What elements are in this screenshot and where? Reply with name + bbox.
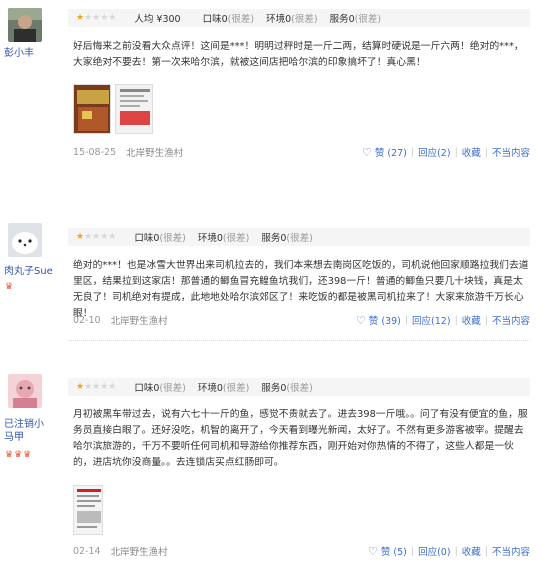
rating-taste: 口味0(很差)	[134, 233, 186, 244]
reply-button[interactable]: 回应(2)	[418, 145, 450, 159]
divider: |	[454, 545, 458, 557]
divider: |	[484, 545, 488, 557]
rating-environment: 环境0(很差)	[197, 383, 250, 394]
rating-environment: 环境0(很差)	[266, 14, 318, 25]
review-photo[interactable]	[73, 84, 111, 134]
shop-name[interactable]: 北岸野生渔村	[111, 313, 168, 327]
review-photos	[73, 84, 153, 134]
review-photos	[73, 485, 103, 535]
rating-service: 服务0(很差)	[261, 233, 313, 244]
review-divider	[68, 340, 530, 341]
heart-icon[interactable]: ♡	[368, 545, 378, 558]
like-button[interactable]: 赞 (39)	[369, 313, 401, 327]
report-button[interactable]: 不当内容	[492, 145, 530, 159]
shop-name[interactable]: 北岸野生渔村	[126, 145, 183, 159]
review-footer: 15-08-25 北岸野生渔村 ♡ 赞 (27) | 回应(2) | 收藏 | …	[73, 145, 530, 160]
avatar[interactable]	[8, 223, 42, 257]
rating-service: 服务0(很差)	[261, 383, 313, 394]
rating-environment: 环境0(很差)	[197, 233, 250, 244]
rating-bar: ★★★★★ 人均 ¥300 口味0(很差) 环境0(很差) 服务0(很差)	[68, 9, 530, 27]
review-date: 02-14	[73, 545, 101, 557]
like-button[interactable]: 赞 (5)	[381, 544, 407, 558]
report-button[interactable]: 不当内容	[492, 544, 530, 558]
star-rating: ★★★★★	[76, 13, 117, 23]
divider: |	[484, 146, 488, 158]
reply-button[interactable]: 回应(0)	[418, 544, 450, 558]
avatar[interactable]	[8, 374, 42, 408]
review-footer: 02-14 北岸野生渔村 ♡ 赞 (5) | 回应(0) | 收藏 | 不当内容	[73, 544, 530, 559]
review-footer: 02-10 北岸野生渔村 ♡ 赞 (39) | 回应(12) | 收藏 | 不当…	[73, 313, 530, 328]
report-button[interactable]: 不当内容	[492, 313, 530, 327]
username[interactable]: 已注销小马甲	[4, 418, 48, 444]
review-date: 15-08-25	[73, 146, 117, 158]
avatar[interactable]	[8, 8, 42, 42]
rating-bar: ★★★★★ 口味0(很差) 环境0(很差) 服务0(很差)	[68, 378, 530, 396]
rating-bar: ★★★★★ 口味0(很差) 环境0(很差) 服务0(很差)	[68, 228, 530, 246]
rating-service: 服务0(很差)	[329, 14, 382, 25]
username[interactable]: 彭小丰	[4, 48, 34, 60]
like-button[interactable]: 赞 (27)	[375, 145, 407, 159]
divider: |	[410, 545, 415, 557]
username[interactable]: 肉丸子Sue	[4, 266, 53, 278]
heart-icon[interactable]: ♡	[362, 146, 372, 159]
star-rating: ★★★★★	[76, 232, 117, 242]
user-level-crown-icon: ♛	[5, 282, 15, 292]
user-level-crown-icon: ♛♛♛	[5, 450, 33, 460]
review-photo[interactable]	[73, 485, 103, 535]
divider: |	[454, 146, 458, 158]
avg-price: 人均 ¥300	[134, 14, 181, 25]
heart-icon[interactable]: ♡	[356, 314, 366, 327]
shop-name[interactable]: 北岸野生渔村	[111, 544, 168, 558]
reply-button[interactable]: 回应(12)	[412, 313, 451, 327]
divider: |	[410, 146, 415, 158]
star-rating: ★★★★★	[76, 382, 117, 392]
divider: |	[454, 314, 458, 326]
review-photo[interactable]	[115, 84, 153, 134]
review-text: 好后悔来之前没看大众点评！这间是***！明明过秤时是一斤二两，结算时硬说是一斤六…	[73, 41, 524, 68]
review-date: 02-10	[73, 314, 101, 326]
rating-taste: 口味0(很差)	[202, 14, 255, 25]
divider: |	[484, 314, 488, 326]
review-text: 月初被黑车带过去，说有六七十一斤的鱼，感觉不贵就去了。进去398一斤哦。。问了有…	[73, 409, 528, 468]
favorite-button[interactable]: 收藏	[462, 313, 481, 327]
divider: |	[404, 314, 409, 326]
favorite-button[interactable]: 收藏	[462, 145, 481, 159]
rating-taste: 口味0(很差)	[134, 383, 186, 394]
favorite-button[interactable]: 收藏	[462, 544, 481, 558]
